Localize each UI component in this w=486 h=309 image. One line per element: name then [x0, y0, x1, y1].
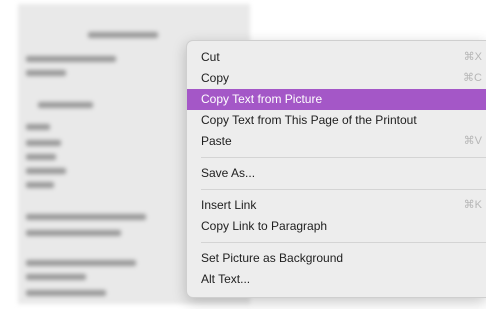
- menu-item-label: Save As...: [201, 166, 256, 180]
- menu-item-shortcut: ⌘C: [463, 72, 482, 84]
- menu-item-label: Copy Link to Paragraph: [201, 219, 328, 233]
- menu-item-shortcut: ⌘V: [463, 135, 482, 147]
- menu-item-paste[interactable]: Paste ⌘V: [187, 131, 486, 152]
- menu-item-label: Alt Text...: [201, 272, 251, 286]
- menu-item-insert-link[interactable]: Insert Link ⌘K: [187, 195, 486, 216]
- menu-item-save-as[interactable]: Save As...: [187, 163, 486, 184]
- menu-item-label: Cut: [201, 50, 220, 64]
- menu-item-label: Copy: [201, 71, 230, 85]
- menu-item-copy-link-to-paragraph[interactable]: Copy Link to Paragraph: [187, 216, 486, 237]
- menu-item-label: Copy Text from Picture: [201, 92, 323, 106]
- menu-separator: [201, 242, 486, 243]
- menu-separator: [201, 157, 486, 158]
- menu-item-copy-text-from-this-page-of-the-printout[interactable]: Copy Text from This Page of the Printout: [187, 110, 486, 131]
- menu-item-label: Insert Link: [201, 198, 257, 212]
- menu-item-set-picture-as-background[interactable]: Set Picture as Background: [187, 248, 486, 269]
- context-menu: Cut ⌘X Copy ⌘C Copy Text from Picture Copy Te…: [186, 40, 486, 298]
- menu-item-alt-text[interactable]: Alt Text...: [187, 269, 486, 290]
- menu-item-copy-text-from-picture[interactable]: Copy Text from Picture: [187, 89, 486, 110]
- menu-item-shortcut: ⌘K: [463, 199, 482, 211]
- menu-item-copy[interactable]: Copy ⌘C: [187, 68, 486, 89]
- menu-item-cut[interactable]: Cut ⌘X: [187, 47, 486, 68]
- menu-item-label: Copy Text from This Page of the Printout: [201, 113, 417, 127]
- menu-item-label: Paste: [201, 134, 232, 148]
- menu-item-label: Set Picture as Background: [201, 251, 344, 265]
- menu-item-shortcut: ⌘X: [463, 51, 482, 63]
- menu-separator: [201, 189, 486, 190]
